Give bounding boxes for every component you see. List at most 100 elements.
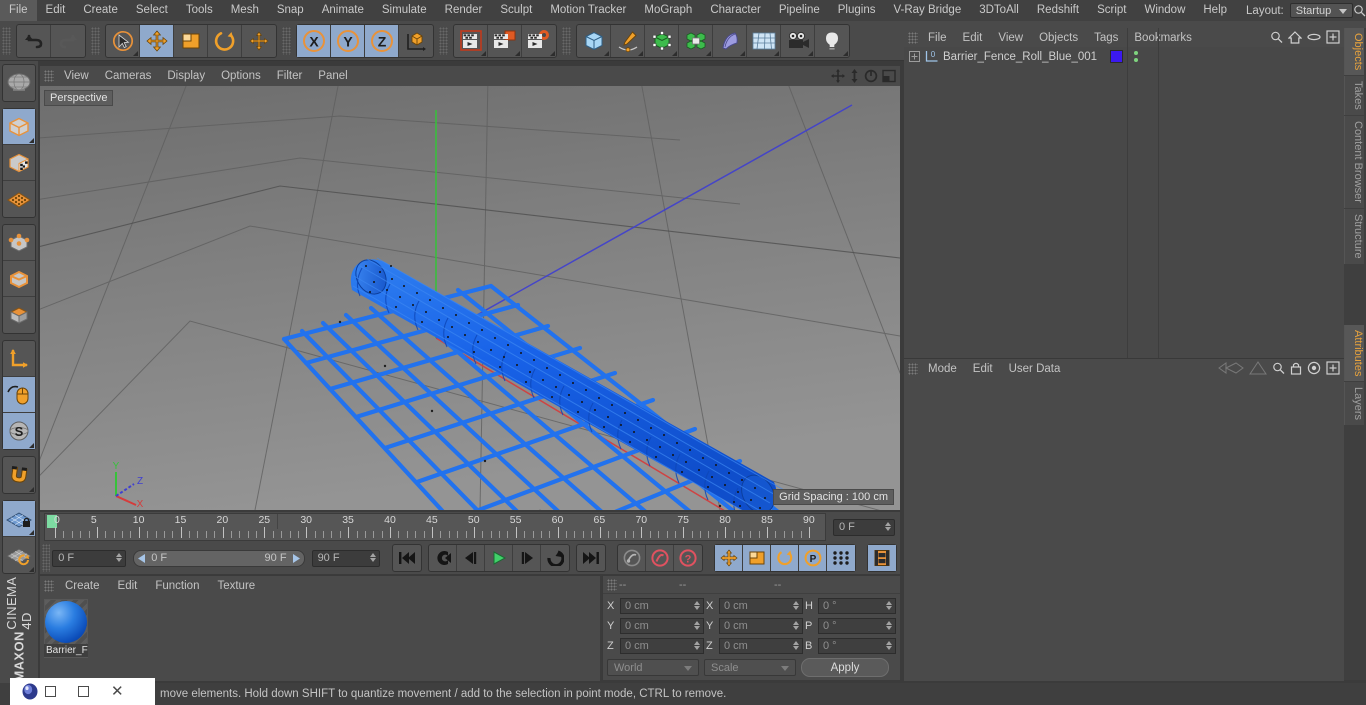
go-to-previous-key-button[interactable] <box>429 545 457 571</box>
attribute-menu-mode[interactable]: Mode <box>920 363 965 375</box>
go-to-end-button[interactable] <box>577 545 605 571</box>
viewport-menu-display[interactable]: Display <box>159 70 213 82</box>
size-mode-select[interactable]: Scale <box>704 659 796 676</box>
menubar-search-button[interactable] <box>1353 4 1366 17</box>
range-left-arrow-icon[interactable] <box>138 553 147 563</box>
menu-item-window[interactable]: Window <box>1135 0 1194 21</box>
make-editable-button[interactable] <box>3 65 35 101</box>
object-menu-view[interactable]: View <box>990 32 1031 44</box>
attribute-menu-user-data[interactable]: User Data <box>1001 363 1069 375</box>
viewport-menu-panel[interactable]: Panel <box>310 70 355 82</box>
toolbar-grip-4[interactable] <box>439 26 448 55</box>
tab-attributes[interactable]: Attributes <box>1344 324 1364 382</box>
apply-button[interactable]: Apply <box>801 658 889 677</box>
coord-rot-b-field[interactable]: 0 ° <box>818 637 896 654</box>
point-level-animation-button[interactable] <box>827 545 855 571</box>
rotate-tool-button[interactable] <box>208 24 242 57</box>
go-to-next-frame-button[interactable] <box>513 545 541 571</box>
menu-item-vray-bridge[interactable]: V-Ray Bridge <box>884 0 970 21</box>
material-manager-grip[interactable] <box>44 579 54 592</box>
add-spline-button[interactable] <box>611 24 645 57</box>
menu-item-redshift[interactable]: Redshift <box>1028 0 1088 21</box>
attribute-menu-edit[interactable]: Edit <box>965 363 1001 375</box>
add-array-button[interactable] <box>679 24 713 57</box>
enable-snapping-button[interactable] <box>3 457 35 493</box>
home-icon[interactable] <box>1288 30 1302 44</box>
rotate-view-icon[interactable] <box>864 69 878 83</box>
material-item[interactable]: Barrier_F <box>44 599 88 658</box>
coord-size-x-stepper[interactable] <box>793 600 799 610</box>
start-frame-field[interactable]: 0 F <box>52 549 127 567</box>
keyframe-selection-button[interactable]: ? <box>674 545 702 571</box>
texture-mode-button[interactable] <box>3 145 35 181</box>
add-floor-button[interactable] <box>747 24 781 57</box>
object-menu-file[interactable]: File <box>920 32 955 44</box>
object-axis-mode-button[interactable] <box>3 341 35 377</box>
menu-item-plugins[interactable]: Plugins <box>829 0 885 21</box>
tab-structure[interactable]: Structure <box>1344 208 1364 264</box>
maximize-window-icon[interactable] <box>78 686 89 697</box>
lock-workplane-button[interactable] <box>3 501 35 537</box>
restore-window-icon[interactable] <box>45 686 56 697</box>
model-mode-button[interactable] <box>3 109 35 145</box>
uv-mesh-mode-button[interactable] <box>3 181 35 217</box>
plus-box-icon[interactable] <box>1326 30 1340 44</box>
material-menu-texture[interactable]: Texture <box>208 580 264 592</box>
search-icon[interactable] <box>1272 361 1285 375</box>
material-menu-function[interactable]: Function <box>146 580 208 592</box>
attribute-manager-grip[interactable] <box>908 362 918 375</box>
rotation-key-button[interactable] <box>771 545 799 571</box>
coord-pos-x-field[interactable]: 0 cm <box>620 597 704 614</box>
menu-item-simulate[interactable]: Simulate <box>373 0 436 21</box>
menu-item-snap[interactable]: Snap <box>268 0 313 21</box>
back-nav-icon[interactable] <box>1218 361 1244 375</box>
planar-workplane-button[interactable] <box>3 537 35 573</box>
record-active-objects-button[interactable] <box>618 545 646 571</box>
lock-x-axis-button[interactable]: X <box>297 24 331 57</box>
go-to-next-key-button[interactable] <box>541 545 569 571</box>
tab-takes[interactable]: Takes <box>1344 76 1364 116</box>
coord-size-z-stepper[interactable] <box>793 640 799 650</box>
up-nav-icon[interactable] <box>1249 361 1267 375</box>
points-mode-button[interactable] <box>3 225 35 261</box>
coord-rot-h-stepper[interactable] <box>886 600 892 610</box>
scale-key-button[interactable] <box>743 545 771 571</box>
redo-button[interactable] <box>51 25 85 57</box>
coordinate-system-select[interactable]: World <box>607 659 699 676</box>
menu-item-script[interactable]: Script <box>1088 0 1135 21</box>
render-picture-viewer-button[interactable] <box>488 24 522 57</box>
move-tool-button[interactable] <box>140 24 174 57</box>
lock-y-axis-button[interactable]: Y <box>331 24 365 57</box>
viewport-3d[interactable]: Perspective Grid Spacing : 100 cm Y X Z <box>40 86 900 510</box>
toolbar-grip[interactable] <box>2 26 11 55</box>
coord-pos-z-stepper[interactable] <box>694 640 700 650</box>
position-key-button[interactable] <box>715 545 743 571</box>
search-icon[interactable] <box>1270 30 1283 44</box>
close-window-icon[interactable]: ✕ <box>111 684 124 699</box>
menu-item-create[interactable]: Create <box>74 0 127 21</box>
menu-item-select[interactable]: Select <box>127 0 177 21</box>
layout-select[interactable]: Startup <box>1289 3 1353 18</box>
viewport-grip[interactable] <box>44 70 54 82</box>
go-to-start-button[interactable] <box>393 545 421 571</box>
coord-rot-p-stepper[interactable] <box>886 620 892 630</box>
menu-item-motion-tracker[interactable]: Motion Tracker <box>541 0 635 21</box>
polygon-object-icon[interactable]: 0 <box>924 50 940 64</box>
tab-objects[interactable]: Objects <box>1344 28 1364 76</box>
object-name[interactable]: Barrier_Fence_Roll_Blue_001 <box>943 51 1097 63</box>
object-menu-edit[interactable]: Edit <box>955 32 991 44</box>
add-light-button[interactable] <box>815 25 849 57</box>
viewport-menu-options[interactable]: Options <box>213 70 269 82</box>
menu-item-tools[interactable]: Tools <box>177 0 222 21</box>
autokeying-button[interactable] <box>646 545 674 571</box>
object-manager-body[interactable]: 0 Barrier_Fence_Roll_Blue_001 <box>904 28 1344 358</box>
coord-rot-b-stepper[interactable] <box>886 640 892 650</box>
coord-size-z-field[interactable]: 0 cm <box>719 637 803 654</box>
attribute-manager-body[interactable] <box>904 378 1344 681</box>
material-menu-edit[interactable]: Edit <box>109 580 147 592</box>
modelling-axis-button[interactable] <box>242 25 276 57</box>
menu-item-mesh[interactable]: Mesh <box>222 0 268 21</box>
timeline-toggle-button[interactable] <box>868 545 896 571</box>
coordinate-system-button[interactable] <box>399 25 433 57</box>
viewport-menu-filter[interactable]: Filter <box>269 70 311 82</box>
